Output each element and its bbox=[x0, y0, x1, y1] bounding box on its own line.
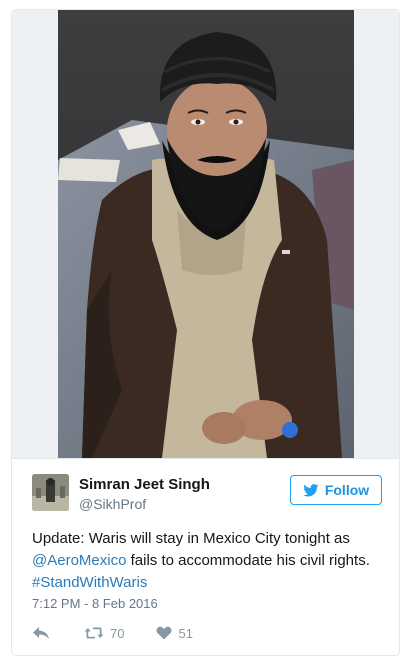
tweet-timestamp[interactable]: 7:12 PM - 8 Feb 2016 bbox=[32, 596, 158, 611]
avatar-photo-icon bbox=[32, 474, 69, 511]
tweet-text-part: fails to accommodate his civil rights. bbox=[126, 552, 370, 569]
reply-button[interactable] bbox=[32, 626, 50, 640]
like-button[interactable]: 51 bbox=[156, 625, 193, 641]
mention-link[interactable]: @AeroMexico bbox=[32, 552, 126, 569]
reply-arrow-icon bbox=[33, 627, 49, 639]
retweet-button[interactable]: 70 bbox=[84, 626, 124, 641]
tweet-actions: 70 51 bbox=[32, 622, 193, 644]
author-name[interactable]: Simran Jeet Singh bbox=[79, 476, 210, 493]
retweet-count: 70 bbox=[110, 625, 125, 641]
tweet-author: Simran Jeet Singh @SikhProf Follow bbox=[32, 472, 382, 516]
heart-icon bbox=[156, 626, 172, 640]
tweet-text-part: Update: Waris will stay in Mexico City t… bbox=[32, 530, 350, 547]
tweet-card: Simran Jeet Singh @SikhProf Follow Updat… bbox=[11, 9, 400, 656]
tweet-text: Update: Waris will stay in Mexico City t… bbox=[32, 528, 387, 594]
follow-button[interactable]: Follow bbox=[290, 475, 382, 505]
avatar[interactable] bbox=[32, 474, 69, 511]
follow-label: Follow bbox=[324, 482, 370, 498]
twitter-bird-icon bbox=[303, 483, 319, 496]
tweet-photo[interactable] bbox=[12, 10, 399, 459]
retweet-icon bbox=[84, 627, 104, 639]
photo-man-in-turban bbox=[12, 10, 399, 458]
hashtag-link[interactable]: #StandWithWaris bbox=[32, 574, 147, 591]
author-handle[interactable]: @SikhProf bbox=[79, 496, 146, 512]
like-count: 51 bbox=[178, 625, 193, 641]
